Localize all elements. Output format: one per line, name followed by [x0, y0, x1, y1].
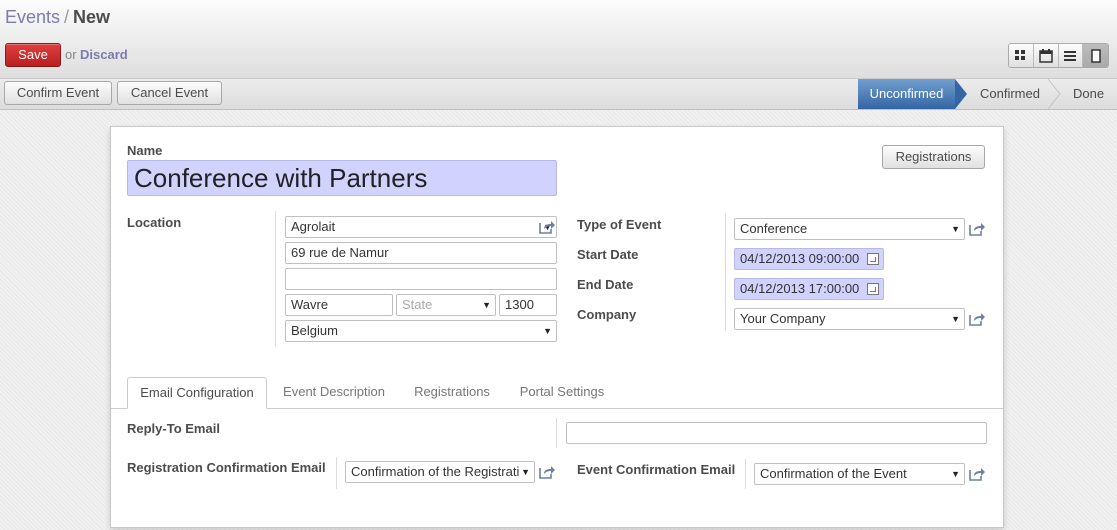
reply-to-divider [556, 418, 557, 448]
tab-email-configuration[interactable]: Email Configuration [127, 377, 267, 409]
tab-event-description[interactable]: Event Description [272, 377, 396, 409]
stage-done[interactable]: Done [1073, 79, 1104, 109]
calendar-view-icon[interactable] [1033, 44, 1059, 67]
registration-confirmation-value: Confirmation of the Registrati [351, 464, 520, 479]
event-name-input[interactable]: Conference with Partners [127, 160, 557, 196]
breadcrumb-current: New [73, 7, 111, 27]
calendar-picker-icon[interactable] [867, 283, 879, 295]
details-divider [725, 213, 726, 331]
chevron-down-icon: ▼ [543, 326, 552, 336]
external-link-icon[interactable] [538, 464, 556, 480]
state-placeholder: State [402, 297, 433, 312]
reply-to-email-field[interactable] [566, 422, 987, 444]
name-label: Name [127, 143, 163, 158]
country-value: Belgium [291, 323, 338, 338]
street2-field[interactable] [285, 268, 557, 290]
start-date-value: 04/12/2013 09:00:00 [740, 251, 860, 266]
or-text: or [65, 47, 77, 62]
start-date-field[interactable]: 04/12/2013 09:00:00 [734, 248, 884, 270]
stage-arrow-active [955, 79, 967, 109]
status-bar: Confirm Event Cancel Event Unconfirmed C… [0, 79, 1117, 110]
stage-unconfirmed[interactable]: Unconfirmed [858, 79, 955, 109]
registration-confirmation-email-label: Registration Confirmation Email [127, 460, 326, 475]
registration-confirmation-select[interactable]: Confirmation of the Registrati ▼ [345, 461, 535, 483]
location-partner-select[interactable]: Agrolait ▼ [285, 216, 557, 238]
external-link-icon[interactable] [968, 466, 986, 482]
event-confirmation-value: Confirmation of the Event [760, 466, 907, 481]
location-partner-value: Agrolait [291, 219, 336, 234]
breadcrumb-events-link[interactable]: Events [5, 7, 60, 27]
company-label: Company [577, 307, 637, 322]
registrations-button[interactable]: Registrations [882, 145, 985, 169]
external-link-icon[interactable] [968, 221, 986, 237]
end-date-field[interactable]: 04/12/2013 17:00:00 [734, 278, 884, 300]
breadcrumb: Events / New [5, 7, 110, 28]
save-button[interactable]: Save [5, 43, 61, 67]
city-field[interactable]: Wavre [285, 294, 393, 316]
state-select[interactable]: State ▼ [396, 294, 496, 316]
discard-link[interactable]: Discard [80, 47, 128, 62]
chevron-down-icon: ▼ [951, 469, 960, 479]
chevron-down-icon: ▼ [951, 224, 960, 234]
tab-registrations[interactable]: Registrations [402, 377, 502, 409]
stage-confirmed[interactable]: Confirmed [980, 79, 1040, 109]
external-link-icon[interactable] [968, 311, 986, 327]
tab-portal-settings[interactable]: Portal Settings [507, 377, 617, 409]
reply-to-email-label: Reply-To Email [127, 421, 220, 436]
calendar-picker-icon[interactable] [867, 253, 879, 265]
chevron-down-icon: ▼ [951, 314, 960, 324]
type-of-event-label: Type of Event [577, 217, 662, 232]
chevron-down-icon: ▼ [521, 467, 530, 477]
end-date-label: End Date [577, 277, 634, 292]
kanban-view-icon[interactable] [1009, 44, 1034, 67]
street-field[interactable]: 69 rue de Namur [285, 242, 557, 264]
type-of-event-select[interactable]: Conference ▼ [734, 218, 965, 240]
confirm-event-button[interactable]: Confirm Event [4, 81, 112, 105]
control-panel: Events / New Save or Discard [0, 0, 1117, 79]
event-confirmation-select[interactable]: Confirmation of the Event ▼ [754, 463, 965, 485]
company-value: Your Company [740, 311, 826, 326]
location-divider [275, 211, 276, 347]
view-switcher [1008, 43, 1109, 68]
event-confirmation-divider [745, 459, 746, 489]
zip-field[interactable]: 1300 [499, 294, 557, 316]
chevron-down-icon: ▼ [482, 300, 491, 310]
location-label: Location [127, 215, 182, 230]
event-confirmation-email-label: Event Confirmation Email [577, 462, 736, 477]
company-select[interactable]: Your Company ▼ [734, 308, 965, 330]
type-of-event-value: Conference [740, 221, 808, 236]
registration-confirmation-divider [336, 457, 337, 489]
breadcrumb-separator: / [64, 7, 70, 27]
external-link-icon[interactable] [538, 219, 556, 235]
stage-separator-icon [1047, 79, 1061, 109]
list-view-icon[interactable] [1058, 44, 1084, 67]
form-view-icon[interactable] [1083, 44, 1108, 67]
country-select[interactable]: Belgium ▼ [285, 320, 557, 342]
start-date-label: Start Date [577, 247, 639, 262]
cancel-event-button[interactable]: Cancel Event [117, 81, 222, 105]
end-date-value: 04/12/2013 17:00:00 [740, 281, 860, 296]
